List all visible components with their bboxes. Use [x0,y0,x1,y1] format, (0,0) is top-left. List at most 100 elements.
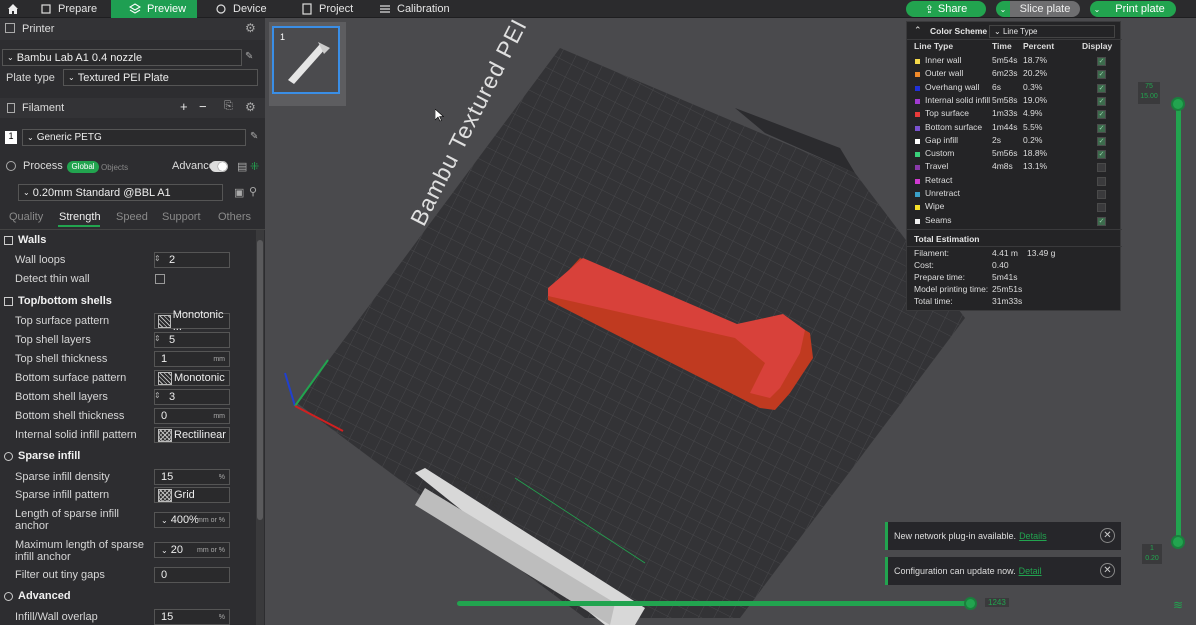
filament-index: 1 [5,131,17,144]
top-shell-layers-input[interactable]: ⇕ 5 [154,332,230,348]
collapse-icon[interactable]: ⌃ [914,25,922,36]
display-checkbox[interactable]: ✓ [1097,57,1106,66]
sync-filament-icon[interactable]: ⎘ [224,100,233,113]
max-anchor-label-1: Maximum length of sparse [15,539,144,551]
tab-others[interactable]: Others [218,211,251,223]
slice-plate-button[interactable]: Slice plate [1010,1,1080,17]
bottom-surface-pattern-select[interactable]: Monotonic [154,370,230,386]
plate-thumbnail[interactable]: 1 [269,22,346,106]
save-preset-icon[interactable]: ▣ [234,186,244,199]
line-type-name: Bottom surface [925,121,983,132]
layers-config-icon[interactable]: ⁜ [250,160,259,173]
stepper-icon[interactable]: ⇕ [154,391,162,400]
search-icon[interactable]: ⚲ [249,185,257,198]
tab-calibration[interactable]: Calibration [379,0,450,18]
edit-printer-icon[interactable]: ✎ [245,51,253,62]
internal-solid-infill-select[interactable]: Rectilinear [154,427,230,443]
stepper-icon[interactable]: ⇕ [154,254,162,263]
bottom-shell-thickness-input[interactable]: 0 mm [154,408,230,424]
line-type-percent: 4.9% [1023,108,1043,119]
topbottom-icon [4,296,13,306]
display-checkbox[interactable] [1097,203,1106,213]
layers-stack-icon[interactable]: ≋ [1173,598,1183,612]
max-anchor-input[interactable]: ⌄ 20 mm or % [154,542,230,558]
remove-filament-button[interactable]: − [199,99,207,114]
layer-slider-track[interactable] [1176,102,1181,542]
detect-thin-wall-checkbox[interactable] [155,274,165,284]
tab-preview[interactable]: Preview [111,0,197,18]
monotonic-pattern-icon [158,371,172,385]
move-slider-track[interactable] [457,601,972,606]
line-type-swatch [915,125,920,131]
legend-row: Top surface 1m33s 4.9% ✓ [907,108,1122,121]
add-filament-button[interactable]: + [180,99,188,114]
display-checkbox[interactable] [1097,176,1106,186]
notification-plugin-link[interactable]: Details [1019,531,1047,541]
close-icon[interactable]: ✕ [1100,528,1115,543]
plate-type-label: Plate type [6,72,55,84]
notification-config-link[interactable]: Detail [1019,566,1042,576]
display-checkbox[interactable] [1097,163,1106,173]
notification-config: Configuration can update now. Detail ✕ [885,557,1121,585]
tab-support[interactable]: Support [162,211,201,223]
objects-toggle[interactable]: Objects [101,163,128,172]
length-anchor-value: 400% [170,514,199,526]
global-toggle[interactable]: Global [67,161,99,173]
filament-heading: Filament [22,102,65,114]
sparse-pattern-select[interactable]: Grid [154,487,230,503]
display-checkbox[interactable]: ✓ [1097,70,1106,80]
printer-settings-icon[interactable]: ⚙ [245,21,256,35]
length-anchor-input[interactable]: ⌄ 400% mm or % [154,512,230,528]
display-checkbox[interactable]: ✓ [1097,96,1106,106]
printer-select[interactable]: ⌄ Bambu Lab A1 0.4 nozzle [2,49,242,66]
layer-slider-top-handle[interactable] [1171,97,1185,111]
move-slider-handle[interactable] [964,597,977,610]
share-icon: ⇪ [924,3,934,16]
color-scheme-select[interactable]: ⌄ Line Type [989,25,1115,38]
share-button[interactable]: ⇪ Share [906,1,986,17]
display-checkbox[interactable]: ✓ [1097,83,1106,93]
advanced-heading: Advanced [18,590,71,602]
plate-type-select[interactable]: ⌄ Textured PEI Plate [63,69,258,86]
top-bar: Prepare Preview Device Project Calibrati… [0,0,1196,18]
sidebar-scrollbar[interactable] [256,230,264,625]
filament-settings-icon[interactable]: ⚙ [245,100,256,114]
top-shell-thickness-input[interactable]: 1 mm [154,351,230,367]
sparse-density-input[interactable]: 15% [154,469,230,485]
filament-select[interactable]: ⌄ Generic PETG [22,129,246,146]
advance-switch[interactable] [210,161,228,172]
close-icon[interactable]: ✕ [1100,563,1115,578]
display-checkbox[interactable] [1097,190,1106,199]
line-type-name: Unretract [925,188,960,198]
filter-gaps-input[interactable]: 0 [154,567,230,583]
compare-icon[interactable]: ▤ [237,160,247,173]
top-surface-pattern-select[interactable]: Monotonic ... [154,309,230,333]
topbottom-section: Top/bottom shells [4,295,112,307]
tab-quality[interactable]: Quality [9,211,43,223]
home-button[interactable] [0,0,26,18]
display-checkbox[interactable]: ✓ [1097,110,1106,120]
filter-gaps-label: Filter out tiny gaps [15,569,105,581]
tab-project[interactable]: Project [301,0,353,18]
wall-loops-input[interactable]: ⇕ 2 [154,252,230,268]
tab-strength[interactable]: Strength [59,211,101,223]
display-checkbox[interactable]: ✓ [1097,150,1106,160]
edit-filament-icon[interactable]: ✎ [250,131,258,142]
slice-dropdown-button[interactable]: ⌄ [996,1,1010,17]
tab-prepare[interactable]: Prepare [40,0,97,18]
layer-slider-bottom-handle[interactable] [1171,535,1185,549]
display-checkbox[interactable]: ✓ [1097,123,1106,133]
stepper-icon[interactable]: ⇕ [154,334,162,343]
display-checkbox[interactable]: ✓ [1097,216,1106,226]
print-dropdown-button[interactable]: ⌄ [1090,1,1104,17]
display-checkbox[interactable]: ✓ [1097,136,1106,146]
bottom-shell-layers-input[interactable]: ⇕ 3 [154,389,230,405]
chevron-down-icon: ⌄ [994,27,1001,36]
tab-speed[interactable]: Speed [116,211,148,223]
wall-loops-label: Wall loops [15,254,66,266]
filament-weight: 13.49 g [1027,248,1056,258]
process-preset-select[interactable]: ⌄ 0.20mm Standard @BBL A1 [18,184,223,201]
tab-device[interactable]: Device [215,0,267,18]
print-plate-button[interactable]: Print plate [1104,1,1176,17]
infill-wall-overlap-input[interactable]: 15% [154,609,230,625]
